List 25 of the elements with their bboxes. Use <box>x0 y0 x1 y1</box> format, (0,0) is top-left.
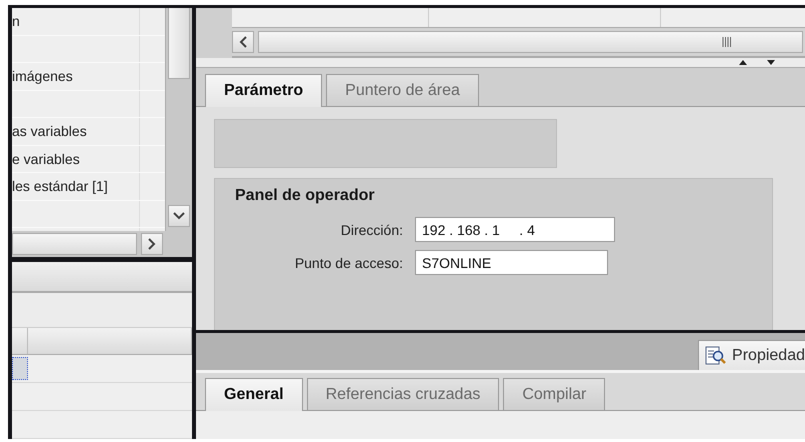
input-field[interactable]: S7ONLINE <box>415 250 608 275</box>
tab[interactable]: Compilar <box>503 378 606 410</box>
chevron-left-icon <box>239 36 247 48</box>
scrollbar-thumb[interactable] <box>258 31 803 53</box>
scroll-left-button[interactable] <box>232 31 254 53</box>
scrollbar-thumb[interactable] <box>168 8 190 79</box>
properties-button[interactable]: Propiedad <box>698 340 805 370</box>
grip-icon <box>722 37 732 47</box>
tab[interactable]: General <box>205 378 303 411</box>
field-label: Punto de acceso: <box>294 254 403 270</box>
triangle-up-icon[interactable] <box>739 60 747 65</box>
tab[interactable]: Puntero de área <box>326 74 479 106</box>
triangle-down-icon[interactable] <box>767 60 775 65</box>
magnifier-document-icon <box>705 346 728 366</box>
section-title: Panel de operador <box>235 187 376 205</box>
scroll-right-button[interactable] <box>141 233 163 255</box>
scrollbar-thumb[interactable] <box>12 233 137 255</box>
tab[interactable]: Referencias cruzadas <box>306 378 500 410</box>
tab[interactable]: Parámetro <box>205 74 322 107</box>
address-field[interactable]: 192 . 168 . 1 . 4 <box>415 217 615 242</box>
chevron-down-icon <box>173 212 185 220</box>
field-label: Dirección: <box>340 222 403 238</box>
chevron-right-icon <box>148 238 156 250</box>
scroll-down-button[interactable] <box>168 205 190 227</box>
table-row[interactable] <box>12 355 192 383</box>
